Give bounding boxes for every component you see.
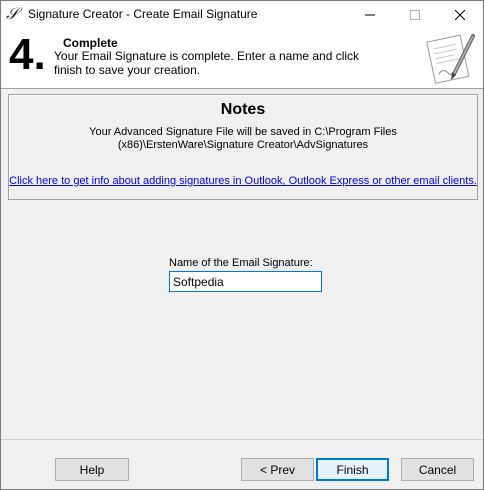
step-description: Your Email Signature is complete. Enter …: [54, 49, 360, 77]
window-title: Signature Creator - Create Email Signatu…: [28, 7, 258, 21]
help-button[interactable]: Help: [55, 458, 129, 481]
notes-save-path: Your Advanced Signature File will be sav…: [89, 126, 397, 151]
close-icon: [455, 9, 465, 20]
email-clients-info-link[interactable]: Click here to get info about adding sign…: [9, 175, 477, 187]
footer-divider: [1, 439, 483, 440]
close-button[interactable]: [437, 1, 483, 28]
header-divider: [1, 88, 483, 89]
signature-pen-icon: [426, 34, 475, 84]
maximize-icon: [410, 9, 420, 20]
minimize-button[interactable]: [347, 1, 393, 28]
step-number: 4.: [9, 30, 46, 79]
notes-panel: Notes Your Advanced Signature File will …: [8, 94, 478, 200]
signature-creator-window: 𝒮 Signature Creator - Create Email Signa…: [0, 0, 484, 490]
step-title: Complete: [63, 36, 118, 50]
signature-name-label: Name of the Email Signature:: [169, 257, 313, 269]
maximize-button[interactable]: [392, 1, 438, 28]
wizard-header: 4. Complete Your Email Signature is comp…: [1, 28, 483, 88]
cancel-button[interactable]: Cancel: [401, 458, 474, 481]
signature-name-input[interactable]: [169, 271, 322, 292]
minimize-icon: [365, 14, 375, 15]
finish-button[interactable]: Finish: [316, 458, 389, 481]
notes-title: Notes: [220, 101, 266, 118]
signature-app-icon: 𝒮: [6, 4, 19, 23]
prev-button[interactable]: < Prev: [241, 458, 314, 481]
title-bar[interactable]: 𝒮 Signature Creator - Create Email Signa…: [1, 1, 483, 28]
